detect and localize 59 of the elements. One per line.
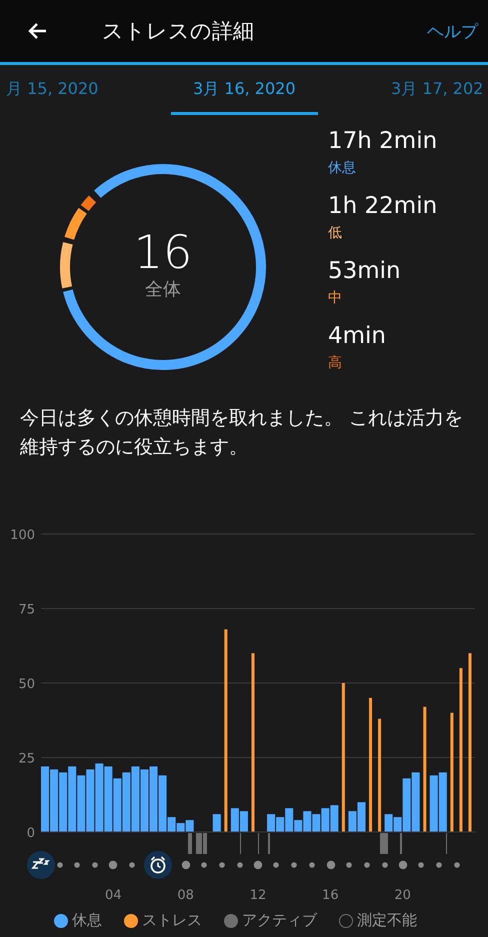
- rest-bar: [150, 766, 158, 832]
- duration-value: 53min: [328, 257, 402, 286]
- legend-label: 休息: [72, 911, 102, 930]
- rest-bar: [140, 769, 148, 832]
- duration-value: 4min: [328, 322, 388, 351]
- overall-score: 16: [134, 227, 192, 277]
- rest-bar: [131, 766, 140, 832]
- duration-value: 17h 2min: [328, 127, 438, 156]
- stress-level-label: 中: [328, 289, 343, 308]
- rest-bar: [267, 814, 276, 832]
- rest-bar: [330, 805, 338, 832]
- stress-level-label: 休息: [328, 159, 357, 178]
- y-tick-label: 25: [18, 752, 35, 766]
- page-title: ストレスの詳細: [102, 18, 255, 45]
- rest-bar: [321, 808, 330, 832]
- help-link[interactable]: ヘルプ: [427, 20, 478, 42]
- legend-label: アクティブ: [242, 911, 317, 930]
- rest-bar: [357, 802, 366, 832]
- x-tick-label: 08: [177, 888, 194, 903]
- rest-bar: [86, 769, 94, 832]
- rest-bar: [384, 814, 393, 832]
- alarm-clock-icon: [144, 851, 172, 879]
- rest-bar: [50, 769, 58, 832]
- stress-level-label: 高: [328, 354, 343, 373]
- legend-label: 測定不能: [357, 911, 417, 930]
- rest-bar: [95, 763, 104, 832]
- duration-value: 1h 22min: [328, 192, 438, 221]
- rest-bar: [230, 808, 239, 832]
- rest-bar: [59, 772, 68, 832]
- summary-message: 今日は多くの休憩時間を取れました。 これは活力を維持するのに役立ちます。: [20, 406, 464, 460]
- sleep-icon: [27, 851, 55, 879]
- rest-bar: [312, 814, 320, 832]
- date-tab[interactable]: 3月 16, 2020: [171, 79, 318, 115]
- x-tick-label: 12: [250, 888, 266, 903]
- y-tick-label: 75: [18, 602, 35, 618]
- rest-bar: [430, 775, 438, 832]
- x-tick-label: 20: [394, 888, 411, 903]
- rest-bar: [122, 772, 130, 832]
- y-tick-label: 100: [10, 528, 35, 543]
- y-tick-label: 50: [18, 677, 35, 692]
- rest-bar: [113, 778, 122, 832]
- rest-bar: [412, 772, 420, 832]
- overall-label: 全体: [145, 278, 181, 301]
- date-tab[interactable]: 3月 17, 202: [391, 79, 484, 112]
- rest-bar: [77, 775, 86, 832]
- rest-bar: [41, 766, 50, 832]
- rest-bar: [104, 766, 112, 832]
- legend-label: ストレス: [142, 911, 202, 930]
- x-tick-label: 04: [105, 888, 122, 903]
- rest-bar: [240, 811, 248, 832]
- rest-bar: [68, 766, 76, 832]
- rest-bar: [212, 814, 221, 832]
- y-tick-label: 0: [26, 826, 35, 841]
- rest-bar: [348, 811, 356, 832]
- rest-bar: [438, 772, 447, 832]
- date-tab[interactable]: 月 15, 2020: [6, 79, 98, 112]
- rest-bar: [186, 820, 194, 832]
- stress-level-label: 低: [328, 224, 343, 243]
- x-tick-label: 16: [322, 888, 339, 903]
